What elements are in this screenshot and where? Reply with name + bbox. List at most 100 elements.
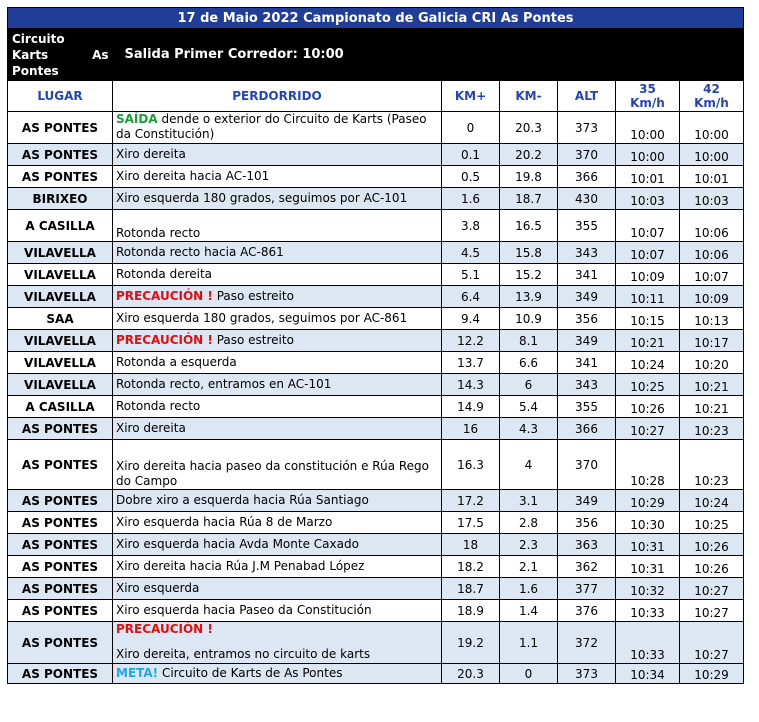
cell-time-42: 10:23: [679, 439, 744, 490]
cell-km-plus: 18.2: [441, 555, 500, 578]
cell-time-35: 10:03: [615, 187, 680, 210]
cell-time-35: 10:24: [615, 351, 680, 374]
cell-km-minus: 2.8: [499, 511, 558, 534]
cell-km-plus: 16.3: [441, 439, 500, 490]
cell-km-plus: 14.3: [441, 373, 500, 396]
page-title: 17 de Maio 2022 Campionato de Galicia CR…: [7, 7, 744, 29]
cell-time-42: 10:27: [679, 599, 744, 622]
cell-lugar: VILAVELLA: [7, 373, 113, 396]
cell-km-plus: 5.1: [441, 263, 500, 286]
cell-km-minus: 1.1: [499, 621, 558, 664]
cell-perdorrido: Xiro esquerda hacia Rúa 8 de Marzo: [112, 511, 442, 534]
cell-alt: 366: [557, 417, 616, 440]
cell-lugar: AS PONTES: [7, 533, 113, 556]
cell-perdorrido: Xiro dereita: [112, 417, 442, 440]
table-row: AS PONTES Xiro esquerda hacia Rúa 8 de Ma…: [7, 511, 744, 534]
direction-marker: PRECAUCIÓN !: [116, 289, 213, 303]
direction-text: Xiro dereita hacia paseo da constitución…: [116, 459, 429, 488]
cell-km-plus: 12.2: [441, 329, 500, 352]
cell-time-35: 10:29: [615, 489, 680, 512]
cell-alt: 362: [557, 555, 616, 578]
cell-lugar: AS PONTES: [7, 439, 113, 490]
cell-time-35: 10:28: [615, 439, 680, 490]
direction-text: Xiro dereita hacia AC-101: [116, 169, 270, 183]
cell-alt: 376: [557, 599, 616, 622]
direction-text: Xiro esquerda hacia Avda Monte Caxado: [116, 537, 359, 551]
cell-km-plus: 0.1: [441, 143, 500, 166]
cell-perdorrido: Xiro esquerda 180 grados, seguimos por A…: [112, 187, 442, 210]
cell-time-42: 10:09: [679, 285, 744, 308]
cell-time-42: 10:29: [679, 663, 744, 684]
table-row: AS PONTES Xiro dereita hacia paseo da con…: [7, 439, 744, 490]
header-km-plus: KM+: [441, 80, 500, 112]
table-row: VILAVELLA Rotonda dereita 5.1 15.2 341 10:09 1…: [7, 263, 744, 286]
cell-km-minus: 8.1: [499, 329, 558, 352]
cell-km-plus: 17.5: [441, 511, 500, 534]
cell-time-42: 10:26: [679, 533, 744, 556]
cell-lugar: AS PONTES: [7, 143, 113, 166]
cell-lugar: AS PONTES: [7, 663, 113, 684]
direction-text: Xiro dereita: [116, 421, 186, 435]
direction-text: Rotonda recto: [116, 399, 201, 413]
start-place: Circuito Karts As Pontes: [7, 28, 113, 81]
table-row: VILAVELLA Rotonda a esquerda 13.7 6.6 341 10:…: [7, 351, 744, 374]
cell-time-35: 10:09: [615, 263, 680, 286]
cell-km-minus: 16.5: [499, 209, 558, 242]
cell-km-minus: 4.3: [499, 417, 558, 440]
table-row: AS PONTES Xiro esquerda hacia Avda Monte …: [7, 533, 744, 556]
direction-marker: PRECAUCIÓN !: [116, 333, 213, 347]
cell-km-minus: 20.3: [499, 111, 558, 144]
cell-alt: 363: [557, 533, 616, 556]
cell-lugar: AS PONTES: [7, 577, 113, 600]
cell-time-35: 10:25: [615, 373, 680, 396]
start-time-text: Salida Primer Corredor: 10:00: [112, 28, 744, 81]
cell-time-35: 10:11: [615, 285, 680, 308]
cell-km-minus: 6.6: [499, 351, 558, 374]
route-sheet: 17 de Maio 2022 Campionato de Galicia CR…: [7, 7, 744, 684]
table-row: AS PONTES Xiro dereita 0.1 20.2 370 10:00 10:0…: [7, 143, 744, 166]
table-row: AS PONTES Xiro dereita hacia Rúa J.M Pena…: [7, 555, 744, 578]
cell-time-42: 10:23: [679, 417, 744, 440]
cell-km-minus: 0: [499, 663, 558, 684]
cell-perdorrido: Rotonda recto: [112, 395, 442, 418]
cell-km-plus: 18.9: [441, 599, 500, 622]
header-speed-35-unit: Km/h: [630, 96, 665, 110]
direction-marker: META!: [116, 666, 159, 680]
cell-alt: 349: [557, 285, 616, 308]
direction-marker: PRECAUCIÓN !: [116, 622, 213, 637]
cell-alt: 355: [557, 395, 616, 418]
cell-time-42: 10:24: [679, 489, 744, 512]
direction-text: Xiro esquerda: [116, 581, 200, 595]
cell-km-minus: 2.3: [499, 533, 558, 556]
cell-time-35: 10:33: [615, 621, 680, 664]
cell-lugar: VILAVELLA: [7, 285, 113, 308]
cell-time-35: 10:31: [615, 533, 680, 556]
cell-perdorrido: Dobre xiro a esquerda hacia Rúa Santiago: [112, 489, 442, 512]
cell-time-42: 10:03: [679, 187, 744, 210]
header-speed-35-value: 35: [639, 82, 656, 96]
cell-perdorrido: Xiro esquerda: [112, 577, 442, 600]
cell-alt: 349: [557, 329, 616, 352]
header-speed-42-unit: Km/h: [694, 96, 729, 110]
cell-perdorrido: Xiro dereita hacia paseo da constitución…: [112, 439, 442, 490]
cell-lugar: A CASILLA: [7, 209, 113, 242]
cell-km-minus: 1.4: [499, 599, 558, 622]
cell-lugar: VILAVELLA: [7, 263, 113, 286]
table-row: VILAVELLA Rotonda recto hacia AC-861 4.5 15…: [7, 241, 744, 264]
cell-perdorrido: Xiro dereita hacia Rúa J.M Penabad López: [112, 555, 442, 578]
direction-text: Rotonda recto: [116, 226, 201, 240]
table-row: AS PONTES Xiro dereita 16 4.3 366 10:27 10:23: [7, 417, 744, 440]
cell-lugar: A CASILLA: [7, 395, 113, 418]
cell-lugar: SAA: [7, 307, 113, 330]
cell-alt: 356: [557, 307, 616, 330]
cell-lugar: AS PONTES: [7, 621, 113, 664]
cell-perdorrido: PRECAUCIÓN ! Paso estreito: [112, 285, 442, 308]
cell-km-plus: 13.7: [441, 351, 500, 374]
cell-perdorrido: Xiro dereita: [112, 143, 442, 166]
direction-text: Xiro esquerda hacia Rúa 8 de Marzo: [116, 515, 333, 529]
cell-time-42: 10:06: [679, 209, 744, 242]
direction-text: Xiro dereita, entramos no circuito de ka…: [116, 647, 371, 661]
cell-perdorrido: Rotonda dereita: [112, 263, 442, 286]
cell-perdorrido: Xiro esquerda hacia Paseo da Constitució…: [112, 599, 442, 622]
cell-perdorrido: Rotonda a esquerda: [112, 351, 442, 374]
